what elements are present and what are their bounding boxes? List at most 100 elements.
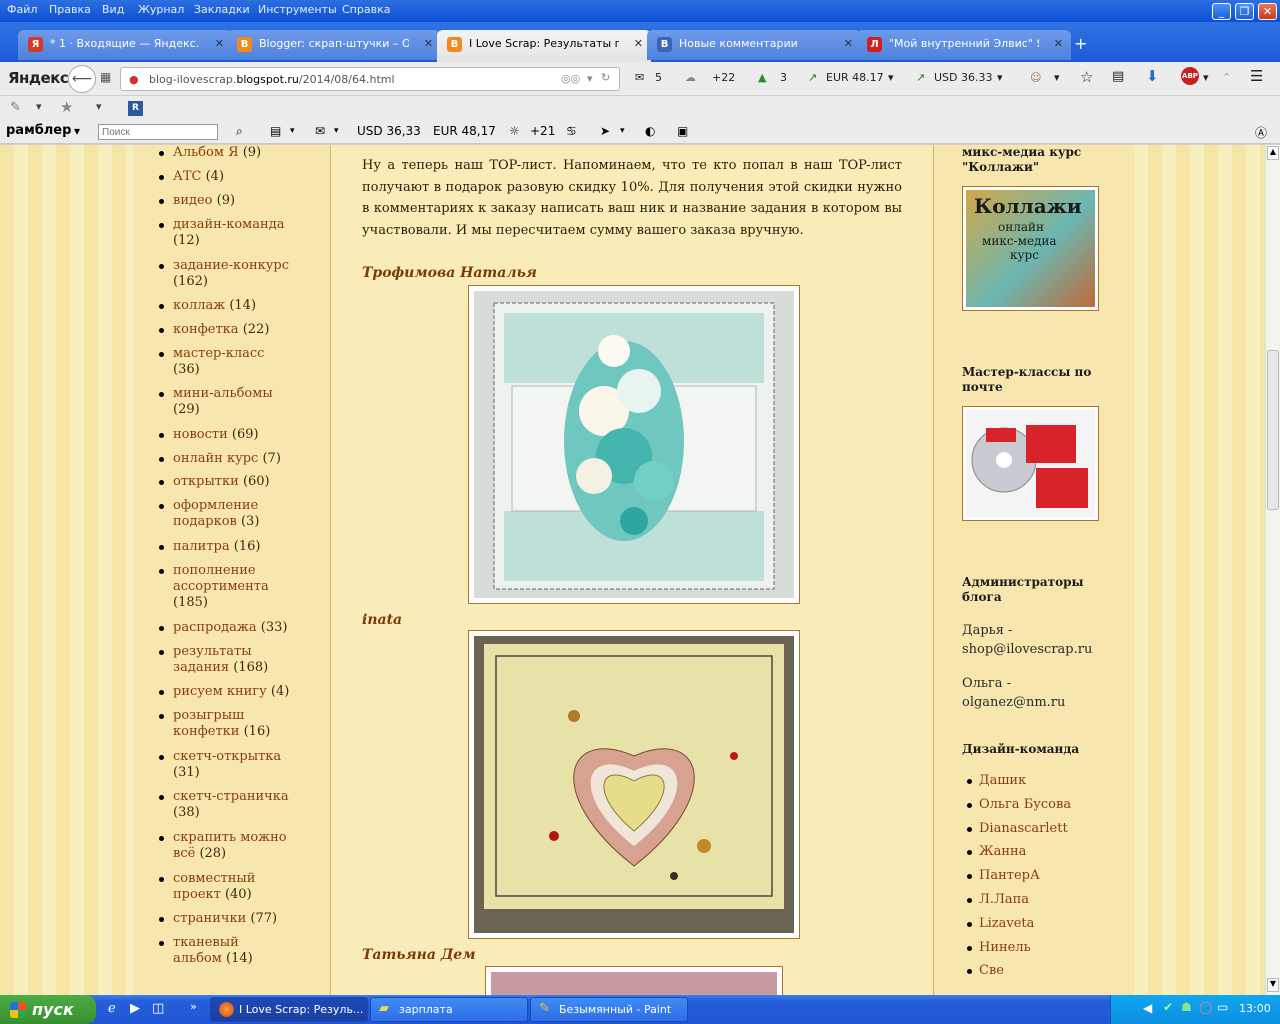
send-icon[interactable]: ➤: [600, 124, 610, 138]
reload-icon[interactable]: ↻: [601, 71, 610, 84]
team-member-link[interactable]: Дашик: [966, 773, 1026, 788]
rambler-logo[interactable]: рамблер: [6, 123, 71, 138]
label-item[interactable]: розыгрыш конфетки (16): [159, 708, 291, 740]
usd-chart-icon[interactable]: ↗: [916, 71, 925, 84]
tab-yandex-mail[interactable]: Я * 1 · Входящие — Яндекс.П... ✕: [18, 30, 232, 60]
adblock-icon[interactable]: ABP: [1181, 67, 1199, 85]
label-item[interactable]: тканевый альбом (14): [159, 935, 291, 967]
mail-icon[interactable]: ✉: [315, 124, 325, 138]
weather-value[interactable]: +22: [712, 71, 735, 84]
label-item[interactable]: результаты задания (168): [159, 644, 291, 676]
close-tab-icon[interactable]: ✕: [634, 37, 643, 50]
label-item[interactable]: мини-альбомы (29): [159, 386, 291, 418]
monitor-icon[interactable]: ▭: [1217, 1000, 1228, 1014]
star-icon[interactable]: ★: [60, 98, 73, 116]
moon-icon[interactable]: ◐: [645, 124, 655, 138]
menu-help[interactable]: Справка: [342, 3, 390, 16]
new-tab-button[interactable]: +: [1074, 34, 1087, 53]
label-item[interactable]: Альбом Я (9): [159, 145, 291, 161]
team-member-link[interactable]: Ольга Бусова: [966, 797, 1071, 812]
media-player-icon[interactable]: ▶: [130, 1001, 140, 1016]
team-member-link[interactable]: Lizaveta: [966, 916, 1034, 931]
label-item[interactable]: АТС (4): [159, 169, 291, 185]
minimize-button[interactable]: _: [1212, 3, 1231, 20]
network-icon[interactable]: ✔: [1163, 1000, 1173, 1014]
vertical-scrollbar[interactable]: ▲ ▼: [1265, 145, 1280, 995]
team-member-link[interactable]: Жанна: [966, 844, 1026, 859]
mk-banner[interactable]: [962, 406, 1099, 521]
close-tab-icon[interactable]: ✕: [1054, 37, 1063, 50]
task-firefox[interactable]: I Love Scrap: Резуль...: [210, 997, 368, 1022]
close-tab-icon[interactable]: ✕: [424, 37, 433, 50]
search-icon[interactable]: ⌕: [236, 124, 243, 139]
label-item[interactable]: дизайн-команда (12): [159, 217, 291, 249]
eur-chart-icon[interactable]: ↗: [808, 71, 817, 84]
photo-card-heart[interactable]: [468, 630, 800, 939]
smiley-icon[interactable]: ☺: [1030, 71, 1041, 84]
bookmark-list-icon[interactable]: ▤: [1112, 69, 1124, 84]
menu-bookmarks[interactable]: Закладки: [194, 3, 250, 16]
quicklaunch-icon[interactable]: ◫: [152, 1001, 164, 1016]
address-bar[interactable]: ● blog-ilovescrap.blogspot.ru/2014/08/64…: [120, 67, 620, 91]
rambler-settings-icon[interactable]: Ⓐ: [1255, 124, 1267, 141]
task-folder[interactable]: ▰ зарплата: [370, 997, 528, 1022]
dropdown-icon[interactable]: ▾: [888, 71, 894, 84]
label-item[interactable]: задание-конкурс (162): [159, 258, 291, 290]
admin2-email[interactable]: olganez@nm.ru: [962, 693, 1065, 712]
tab-new-comments[interactable]: B Новые комментарии ✕: [647, 30, 861, 60]
task-paint[interactable]: ✎ Безымянный - Paint: [530, 997, 688, 1022]
team-member-link[interactable]: ПантерА: [967, 868, 1040, 883]
rambler-temp[interactable]: +21: [530, 124, 555, 138]
label-item[interactable]: распродажа (33): [159, 620, 291, 636]
label-item[interactable]: пополнение ассортимента (185): [159, 563, 291, 611]
admin1-email[interactable]: shop@ilovescrap.ru: [962, 640, 1092, 659]
dropdown-icon[interactable]: ▾: [74, 124, 80, 138]
mail-count[interactable]: 5: [655, 71, 662, 84]
edit-icon[interactable]: ✎: [10, 100, 21, 115]
team-member-link[interactable]: Нинель: [967, 940, 1031, 955]
sun-icon[interactable]: ☼: [509, 124, 520, 138]
back-button[interactable]: ⟵: [68, 65, 96, 93]
tab-elvis[interactable]: Л "Мой внутренний Элвис" Ян... ✕: [857, 30, 1071, 60]
horoscope-icon[interactable]: ♋: [566, 124, 577, 138]
dropdown-icon[interactable]: ▾: [1054, 71, 1060, 84]
maximize-button[interactable]: ❐: [1235, 3, 1254, 20]
menu-file[interactable]: Файл: [7, 3, 37, 16]
scroll-thumb[interactable]: [1267, 350, 1279, 510]
label-item[interactable]: скетч-открытка (31): [159, 749, 291, 781]
dropdown-icon[interactable]: ▾: [96, 100, 102, 113]
label-item[interactable]: мастер-класс (36): [159, 346, 291, 378]
expand-quicklaunch-icon[interactable]: »: [190, 1000, 197, 1013]
mail-icon[interactable]: ✉: [635, 71, 644, 84]
start-button[interactable]: пуск: [0, 995, 96, 1024]
dropdown-icon[interactable]: ▾: [1203, 71, 1209, 84]
dropdown-icon[interactable]: ▾: [290, 126, 295, 136]
weather-icon[interactable]: ☁: [685, 71, 696, 84]
label-item[interactable]: скрапить можно всё (28): [159, 830, 291, 862]
tv-icon[interactable]: ▣: [677, 124, 688, 138]
close-tab-icon[interactable]: ✕: [844, 37, 853, 50]
usd-rate[interactable]: USD 36.33: [934, 71, 993, 84]
rambler-eur[interactable]: EUR 48,17: [433, 124, 496, 138]
menu-tools[interactable]: Инструменты: [258, 3, 337, 16]
download-icon[interactable]: ⬇: [1146, 67, 1159, 85]
label-item[interactable]: рисуем книгу (4): [159, 684, 291, 700]
photo-card-flowers[interactable]: [468, 285, 800, 604]
dropdown-icon[interactable]: ▾: [997, 71, 1003, 84]
eur-rate[interactable]: EUR 48.17: [826, 71, 884, 84]
yandex-logo[interactable]: Яндекс: [8, 69, 69, 87]
menu-view[interactable]: Вид: [102, 3, 124, 16]
label-item[interactable]: видео (9): [159, 193, 291, 209]
star-bookmark-icon[interactable]: ☆: [1080, 68, 1093, 86]
traffic-icon[interactable]: ▲: [758, 71, 766, 84]
scroll-up-arrow[interactable]: ▲: [1267, 146, 1279, 160]
rambler-search-input[interactable]: [98, 124, 218, 140]
dropdown-icon[interactable]: ▾: [334, 126, 339, 136]
traffic-value[interactable]: 3: [780, 71, 787, 84]
android-icon[interactable]: ☗: [1181, 1000, 1192, 1014]
team-member-link[interactable]: Л.Лапа: [967, 892, 1029, 907]
label-item[interactable]: палитра (16): [159, 539, 291, 555]
rambler-usd[interactable]: USD 36,33: [357, 124, 421, 138]
photo-card-partial[interactable]: [485, 966, 783, 995]
label-item[interactable]: скетч-страничка (38): [159, 789, 291, 821]
